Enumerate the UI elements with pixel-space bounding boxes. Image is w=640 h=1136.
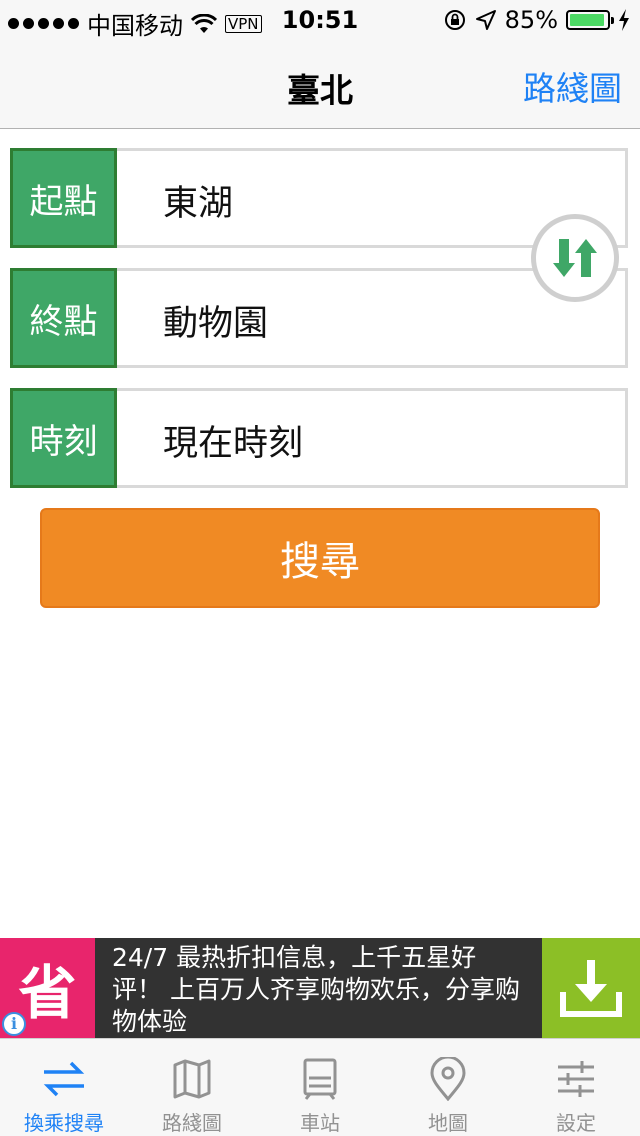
location-pin-icon [430, 1057, 466, 1101]
tab-label: 設定 [556, 1111, 596, 1135]
route-map-button[interactable]: 路綫圖 [523, 62, 622, 110]
ad-download-button[interactable] [542, 938, 640, 1038]
swap-arrows-icon [553, 239, 597, 277]
status-bar: 中国移动 VPN 10:51 85% [0, 0, 640, 40]
download-icon [560, 960, 622, 1017]
charging-icon [619, 9, 629, 31]
station-icon [303, 1058, 337, 1100]
tab-route-map[interactable]: 路綫圖 [128, 1039, 256, 1136]
navigation-bar: 臺北 路綫圖 [0, 40, 640, 129]
destination-row[interactable]: 終點 動物園 [10, 268, 628, 368]
map-book-icon [173, 1059, 211, 1099]
destination-value[interactable]: 動物園 [163, 295, 268, 346]
settings-sliders-icon [558, 1061, 594, 1097]
battery-percent: 85% [504, 6, 558, 34]
tab-label: 車站 [300, 1111, 340, 1135]
swap-stations-button[interactable] [531, 214, 619, 302]
tab-label: 地圖 [428, 1111, 468, 1135]
ad-info-icon[interactable]: i [2, 1012, 26, 1036]
transfer-icon [43, 1061, 85, 1097]
tab-bar: 換乘搜尋 路綫圖 車站 地圖 設定 [0, 1038, 640, 1136]
battery-icon [566, 10, 614, 30]
location-arrow-icon [475, 10, 496, 30]
ad-banner[interactable]: 省 i 24/7 最热折扣信息，上千五星好评！ 上百万人齐享购物欢乐，分享购物体… [0, 938, 640, 1038]
time-value[interactable]: 現在時刻 [163, 415, 303, 466]
tab-map[interactable]: 地圖 [384, 1039, 512, 1136]
origin-value[interactable]: 東湖 [163, 175, 233, 226]
tab-settings[interactable]: 設定 [512, 1039, 640, 1136]
destination-label: 終點 [10, 268, 117, 368]
tab-station[interactable]: 車站 [256, 1039, 384, 1136]
tab-label: 換乘搜尋 [24, 1111, 104, 1135]
tab-transfer-search[interactable]: 換乘搜尋 [0, 1039, 128, 1136]
time-row[interactable]: 時刻 現在時刻 [10, 388, 628, 488]
status-right: 85% [443, 6, 630, 34]
ad-text[interactable]: 24/7 最热折扣信息，上千五星好评！ 上百万人齐享购物欢乐，分享购物体验 [112, 942, 522, 1038]
search-button[interactable]: 搜尋 [40, 508, 600, 608]
tab-label: 路綫圖 [162, 1111, 222, 1135]
origin-label: 起點 [10, 148, 117, 248]
time-label: 時刻 [10, 388, 117, 488]
origin-row[interactable]: 起點 東湖 [10, 148, 628, 248]
orientation-lock-icon [444, 10, 465, 30]
